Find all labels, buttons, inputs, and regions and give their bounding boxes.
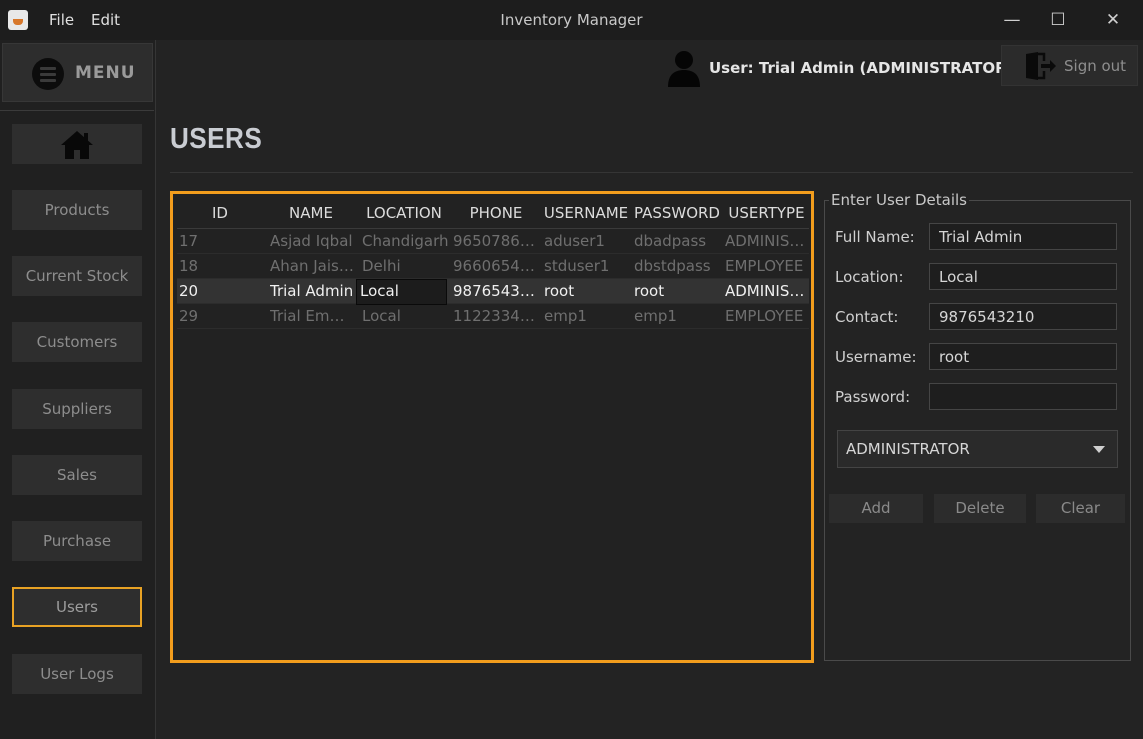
column-header-location[interactable]: LOCATION: [359, 204, 449, 222]
menu-toggle-button[interactable]: MENU: [2, 43, 153, 102]
table-row-selected[interactable]: 20 Trial Admin Local 987654321... root r…: [177, 279, 809, 305]
menu-label: MENU: [75, 63, 136, 83]
cell-usertype: EMPLOYEE: [725, 307, 804, 325]
column-header-password[interactable]: PASSWORD: [632, 204, 722, 222]
contact-label: Contact:: [835, 308, 899, 326]
title-bar: File Edit Inventory Manager — ☐ ✕: [0, 0, 1143, 40]
cell-id: 17: [179, 232, 199, 250]
sidebar-item-current-stock[interactable]: Current Stock: [12, 256, 142, 296]
table-row[interactable]: 29 Trial Empl... Local 112233445... emp1…: [177, 304, 809, 329]
sign-out-button[interactable]: Sign out: [1001, 45, 1138, 86]
cell-phone: 965078671...: [453, 232, 541, 250]
sidebar-item-user-logs[interactable]: User Logs: [12, 654, 142, 694]
username-field[interactable]: [929, 343, 1117, 370]
cell-name: Ahan Jaisw...: [270, 257, 354, 275]
table-row[interactable]: 18 Ahan Jaisw... Delhi 966065478... stdu…: [177, 254, 809, 279]
cell-usertype: ADMINIST...: [725, 282, 807, 300]
user-details-legend: Enter User Details: [829, 191, 969, 209]
cell-location: Chandigarh: [362, 232, 449, 250]
cell-phone: 112233445...: [453, 307, 541, 325]
password-field[interactable]: [929, 383, 1117, 410]
current-user-label: User: Trial Admin (ADMINISTRATOR): [709, 59, 1014, 77]
username-label: Username:: [835, 348, 917, 366]
cell-usertype: ADMINIST...: [725, 232, 807, 250]
cell-phone: 987654321...: [453, 282, 541, 300]
clear-button[interactable]: Clear: [1036, 494, 1125, 523]
maximize-button[interactable]: ☐: [1038, 6, 1078, 34]
home-button[interactable]: [12, 124, 142, 164]
sidebar-divider: [0, 110, 154, 111]
cell-location: Local: [362, 307, 401, 325]
title-divider: [170, 172, 1133, 173]
location-label: Location:: [835, 268, 904, 286]
minimize-button[interactable]: —: [992, 6, 1032, 34]
delete-button[interactable]: Delete: [934, 494, 1026, 523]
usertype-selected-value: ADMINISTRATOR: [846, 440, 970, 458]
close-button[interactable]: ✕: [1093, 6, 1133, 34]
table-row[interactable]: 17 Asjad Iqbal Chandigarh 965078671... a…: [177, 229, 809, 254]
home-icon: [61, 131, 93, 159]
cell-id: 29: [179, 307, 199, 325]
cell-username: aduser1: [544, 232, 605, 250]
cell-phone: 966065478...: [453, 257, 541, 275]
cell-password: dbstdpass: [634, 257, 711, 275]
add-button[interactable]: Add: [829, 494, 923, 523]
sign-out-label: Sign out: [1064, 57, 1127, 75]
column-header-usertype[interactable]: USERTYPE: [724, 204, 809, 222]
column-header-name[interactable]: NAME: [267, 204, 355, 222]
cell-location: Delhi: [362, 257, 401, 275]
column-header-username[interactable]: USERNAME: [542, 204, 630, 222]
sidebar-item-purchase[interactable]: Purchase: [12, 521, 142, 561]
table-header: ID NAME LOCATION PHONE USERNAME PASSWORD…: [177, 198, 809, 228]
window-title: Inventory Manager: [500, 11, 643, 29]
hamburger-icon: [32, 58, 64, 90]
cell-id: 20: [179, 282, 199, 300]
password-label: Password:: [835, 388, 911, 406]
sidebar-item-users[interactable]: Users: [12, 587, 142, 627]
column-header-phone[interactable]: PHONE: [452, 204, 540, 222]
cell-name: Trial Empl...: [270, 307, 354, 325]
cell-password: dbadpass: [634, 232, 707, 250]
cell-name: Asjad Iqbal: [270, 232, 353, 250]
cell-name: Trial Admin: [270, 282, 354, 300]
full-name-label: Full Name:: [835, 228, 915, 246]
cell-id: 18: [179, 257, 199, 275]
cell-usertype: EMPLOYEE: [725, 257, 804, 275]
cell-username: root: [544, 282, 575, 300]
cell-username: emp1: [544, 307, 587, 325]
contact-field[interactable]: [929, 303, 1117, 330]
sidebar-item-suppliers[interactable]: Suppliers: [12, 389, 142, 429]
users-table[interactable]: ID NAME LOCATION PHONE USERNAME PASSWORD…: [170, 191, 814, 663]
sign-out-icon: [1026, 52, 1056, 80]
location-field[interactable]: [929, 263, 1117, 290]
sidebar-item-sales[interactable]: Sales: [12, 455, 142, 495]
cell-username: stduser1: [544, 257, 610, 275]
cell-password: emp1: [634, 307, 677, 325]
chevron-down-icon: [1093, 446, 1105, 453]
full-name-field[interactable]: [929, 223, 1117, 250]
usertype-dropdown[interactable]: ADMINISTRATOR: [837, 430, 1118, 468]
cell-password: root: [634, 282, 665, 300]
sidebar-item-customers[interactable]: Customers: [12, 322, 142, 362]
cell-location: Local: [360, 282, 399, 300]
user-avatar-icon: [668, 51, 700, 87]
sidebar-item-products[interactable]: Products: [12, 190, 142, 230]
page-title: USERS: [170, 123, 263, 155]
column-header-id[interactable]: ID: [177, 204, 263, 222]
